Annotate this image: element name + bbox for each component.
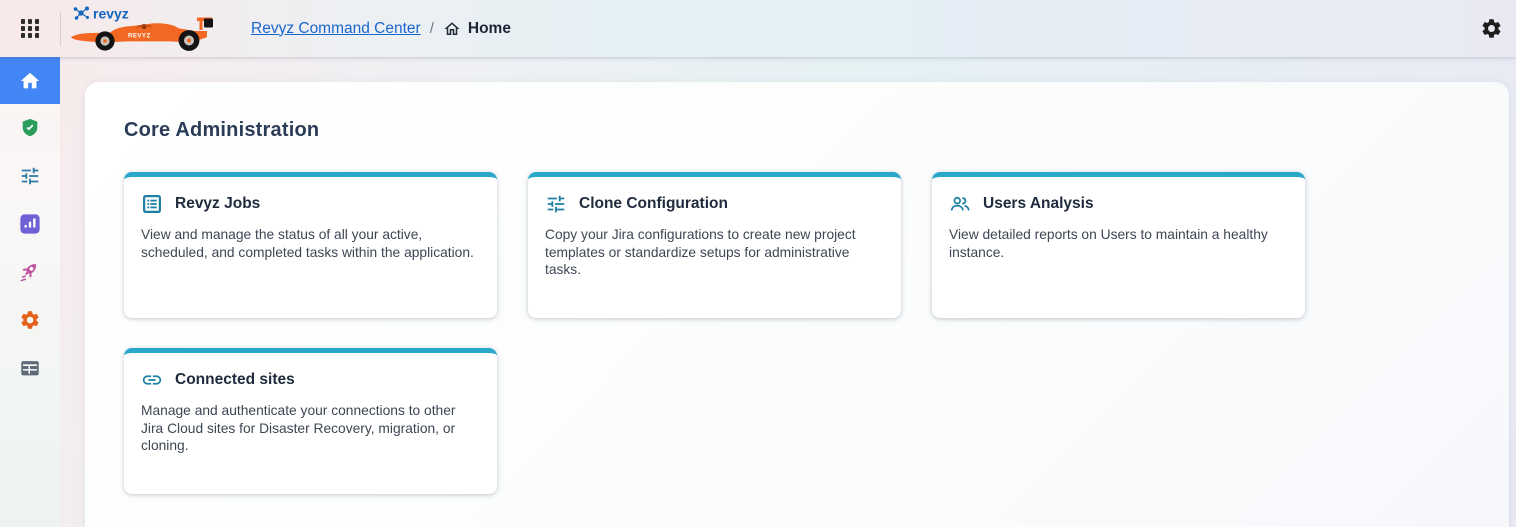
- link-icon: [141, 369, 163, 391]
- card-description: View and manage the status of all your a…: [141, 226, 475, 261]
- card-clone-configuration[interactable]: Clone Configuration Copy your Jira confi…: [528, 172, 901, 318]
- apps-grid-icon: [21, 19, 40, 38]
- race-car-illustration: REVYZ: [71, 17, 213, 50]
- rocket-icon: [19, 261, 41, 283]
- left-sidebar: [0, 57, 60, 527]
- car-side-label: REVYZ: [128, 32, 151, 39]
- main-content-panel: Core Administration Revyz Jobs View and …: [85, 82, 1509, 527]
- users-icon: [949, 193, 971, 215]
- shield-check-icon: [19, 117, 41, 139]
- section-title: Core Administration: [124, 119, 1469, 142]
- top-header: revyz REVYZ Revyz Command Center / Home: [0, 0, 1516, 57]
- card-title: Revyz Jobs: [175, 195, 260, 213]
- sidebar-item-chart[interactable]: [0, 200, 60, 248]
- home-icon: [19, 70, 41, 92]
- card-description: View detailed reports on Users to mainta…: [949, 226, 1283, 261]
- bar-chart-icon: [19, 213, 41, 235]
- breadcrumb-current: Home: [468, 20, 511, 38]
- sidebar-item-shield[interactable]: [0, 104, 60, 152]
- card-title: Clone Configuration: [579, 195, 728, 213]
- settings-button[interactable]: [1475, 13, 1507, 45]
- sidebar-item-home[interactable]: [0, 57, 60, 104]
- tune-sliders-icon: [19, 165, 41, 187]
- tune-sliders-icon: [545, 193, 567, 215]
- list-alt-icon: [141, 193, 163, 215]
- gear-icon: [19, 309, 41, 331]
- card-title: Connected sites: [175, 371, 295, 389]
- card-connected-sites[interactable]: Connected sites Manage and authenticate …: [124, 348, 497, 494]
- card-revyz-jobs[interactable]: Revyz Jobs View and manage the status of…: [124, 172, 497, 318]
- apps-menu-button[interactable]: [0, 0, 60, 57]
- brand-wordmark: revyz: [93, 5, 129, 21]
- molecule-icon: [74, 6, 89, 19]
- cards-grid: Revyz Jobs View and manage the status of…: [124, 172, 1469, 494]
- breadcrumb-separator: /: [430, 20, 434, 37]
- card-description: Manage and authenticate your connections…: [141, 402, 475, 455]
- card-users-analysis[interactable]: Users Analysis View detailed reports on …: [932, 172, 1305, 318]
- breadcrumb: Revyz Command Center / Home: [251, 20, 511, 38]
- card-description: Copy your Jira configurations to create …: [545, 226, 879, 279]
- home-outline-icon: [443, 20, 461, 38]
- header-divider: [60, 12, 61, 46]
- sidebar-item-sliders[interactable]: [0, 152, 60, 200]
- sidebar-item-settings[interactable]: [0, 296, 60, 344]
- gear-icon: [1480, 17, 1503, 40]
- sidebar-item-table[interactable]: [0, 344, 60, 392]
- sidebar-item-rocket[interactable]: [0, 248, 60, 296]
- breadcrumb-root-link[interactable]: Revyz Command Center: [251, 20, 421, 38]
- card-title: Users Analysis: [983, 195, 1094, 213]
- table-icon: [19, 357, 41, 379]
- revyz-logo[interactable]: revyz REVYZ: [71, 4, 223, 54]
